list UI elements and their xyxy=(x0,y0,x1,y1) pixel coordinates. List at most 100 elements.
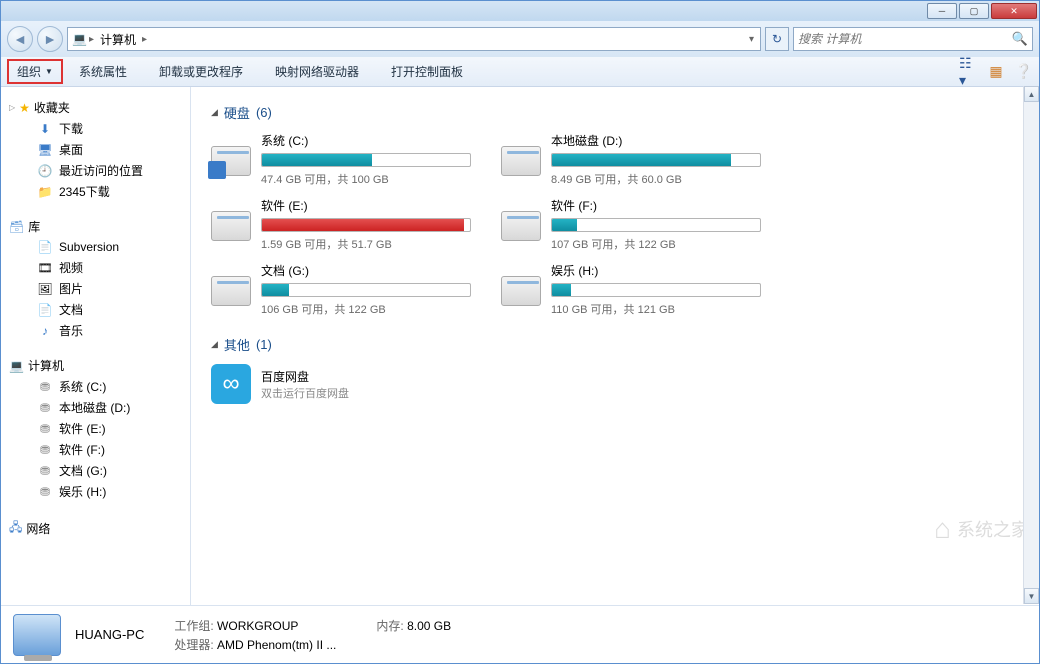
tree-drive-c[interactable]: ⛃系统 (C:) xyxy=(9,376,190,397)
section-other[interactable]: ◢ 其他 (1) xyxy=(211,335,1019,354)
drive-icon: ⛃ xyxy=(37,442,53,458)
drive-tile[interactable]: 系统 (C:)47.4 GB 可用，共 100 GB xyxy=(211,132,471,187)
drive-icon xyxy=(501,146,541,176)
scroll-down-button[interactable]: ▼ xyxy=(1024,588,1039,604)
usage-bar xyxy=(261,153,471,167)
expand-icon: ▷ xyxy=(9,103,15,112)
tree-computer[interactable]: 💻 计算机 xyxy=(9,355,190,376)
chevron-right-icon: ▸ xyxy=(140,34,149,45)
tree-drive-h[interactable]: ⛃娱乐 (H:) xyxy=(9,481,190,502)
doc-icon: 📄 xyxy=(37,302,53,318)
picture-icon: 🖼 xyxy=(37,281,53,297)
search-icon[interactable]: 🔍 xyxy=(1012,31,1028,47)
recent-icon: 🕘 xyxy=(37,163,53,179)
tree-item-downloads[interactable]: ⬇下载 xyxy=(9,118,190,139)
tree-drive-g[interactable]: ⛃文档 (G:) xyxy=(9,460,190,481)
address-bar[interactable]: 💻 ▸ 计算机 ▸ ▾ xyxy=(67,27,761,51)
tree-item-pictures[interactable]: 🖼图片 xyxy=(9,278,190,299)
tree-drive-d[interactable]: ⛃本地磁盘 (D:) xyxy=(9,397,190,418)
drive-stat: 107 GB 可用，共 122 GB xyxy=(551,236,761,252)
drive-name: 娱乐 (H:) xyxy=(551,262,761,279)
view-options-icon[interactable]: ☷ ▾ xyxy=(959,63,977,81)
memory-value: 8.00 GB xyxy=(407,619,451,633)
tree-item-desktop[interactable]: 🖥桌面 xyxy=(9,139,190,160)
drive-icon: ⛃ xyxy=(37,379,53,395)
preview-pane-icon[interactable]: ▦ xyxy=(987,63,1005,81)
nav-back-button[interactable]: ◄ xyxy=(7,26,33,52)
tree-item-videos[interactable]: 🎞视频 xyxy=(9,257,190,278)
usage-bar xyxy=(551,153,761,167)
drive-icon: ⛃ xyxy=(37,400,53,416)
usage-bar xyxy=(261,218,471,232)
maximize-button[interactable]: ▢ xyxy=(959,3,989,19)
scroll-thumb[interactable] xyxy=(1024,102,1039,620)
vertical-scrollbar[interactable]: ▲ ▼ xyxy=(1023,86,1039,604)
collapse-icon: ◢ xyxy=(211,107,218,118)
tree-item-subversion[interactable]: 📄Subversion xyxy=(9,237,190,257)
section-drives[interactable]: ◢ 硬盘 (6) xyxy=(211,103,1019,122)
search-input[interactable] xyxy=(798,32,1012,46)
cpu-value: AMD Phenom(tm) II ... xyxy=(217,638,336,652)
scroll-up-button[interactable]: ▲ xyxy=(1024,86,1039,102)
drive-icon: ⛃ xyxy=(37,484,53,500)
drive-tile[interactable]: 软件 (E:)1.59 GB 可用，共 51.7 GB xyxy=(211,197,471,252)
cpu-label: 处理器: xyxy=(174,638,213,652)
other-item-baidu[interactable]: ∞ 百度网盘 双击运行百度网盘 xyxy=(211,364,1019,404)
nav-forward-button[interactable]: ► xyxy=(37,26,63,52)
minimize-button[interactable]: ─ xyxy=(927,3,957,19)
titlebar: ─ ▢ ✕ xyxy=(1,1,1039,21)
workgroup-label: 工作组: xyxy=(174,619,213,633)
drive-tile[interactable]: 本地磁盘 (D:)8.49 GB 可用，共 60.0 GB xyxy=(501,132,761,187)
drive-tile[interactable]: 文档 (G:)106 GB 可用，共 122 GB xyxy=(211,262,471,317)
favorites-label: 收藏夹 xyxy=(34,99,70,116)
drive-stat: 8.49 GB 可用，共 60.0 GB xyxy=(551,171,761,187)
computer-label: 计算机 xyxy=(28,357,64,374)
refresh-button[interactable]: ↻ xyxy=(765,27,789,51)
tree-network[interactable]: 🖧 网络 xyxy=(9,516,190,541)
tree-item-2345[interactable]: 📁2345下载 xyxy=(9,181,190,202)
tree-drive-e[interactable]: ⛃软件 (E:) xyxy=(9,418,190,439)
drive-stat: 1.59 GB 可用，共 51.7 GB xyxy=(261,236,471,252)
toolbar-uninstall[interactable]: 卸载或更改程序 xyxy=(143,63,259,80)
address-bar-row: ◄ ► 💻 ▸ 计算机 ▸ ▾ ↻ 🔍 xyxy=(1,21,1039,57)
download-icon: ⬇ xyxy=(37,121,53,137)
toolbar-system-properties[interactable]: 系统属性 xyxy=(63,63,143,80)
video-icon: 🎞 xyxy=(37,260,53,276)
usage-bar xyxy=(261,283,471,297)
toolbar-control-panel[interactable]: 打开控制面板 xyxy=(375,63,479,80)
tree-item-documents[interactable]: 📄文档 xyxy=(9,299,190,320)
desktop-icon: 🖥 xyxy=(37,142,53,158)
usage-bar xyxy=(551,218,761,232)
drive-icon: ⛃ xyxy=(37,463,53,479)
toolbar-map-drive[interactable]: 映射网络驱动器 xyxy=(259,63,375,80)
content-pane: ◢ 硬盘 (6) 系统 (C:)47.4 GB 可用，共 100 GB 本地磁盘 … xyxy=(191,87,1039,605)
organize-button[interactable]: 组织 ▼ xyxy=(7,59,63,84)
tree-libraries[interactable]: 🗃 库 xyxy=(9,216,190,237)
house-icon: ⌂ xyxy=(934,513,951,545)
help-icon[interactable]: ❔ xyxy=(1015,63,1033,81)
tree-item-music[interactable]: ♪音乐 xyxy=(9,320,190,341)
tree-item-recent[interactable]: 🕘最近访问的位置 xyxy=(9,160,190,181)
computer-large-icon xyxy=(13,614,61,656)
folder-icon: 📁 xyxy=(37,184,53,200)
close-button[interactable]: ✕ xyxy=(991,3,1037,19)
drive-stat: 47.4 GB 可用，共 100 GB xyxy=(261,171,471,187)
tree-favorites[interactable]: ▷ ★ 收藏夹 xyxy=(9,97,190,118)
drive-tile[interactable]: 软件 (F:) 107 GB 可用，共 122 GB xyxy=(501,197,761,252)
drive-stat: 110 GB 可用，共 121 GB xyxy=(551,301,761,317)
drive-icon xyxy=(501,211,541,241)
libraries-label: 库 xyxy=(28,218,40,235)
network-label: 网络 xyxy=(26,520,50,537)
toolbar: 组织 ▼ 系统属性 卸载或更改程序 映射网络驱动器 打开控制面板 ☷ ▾ ▦ ❔ xyxy=(1,57,1039,87)
search-box[interactable]: 🔍 xyxy=(793,27,1033,51)
drive-tile[interactable]: 娱乐 (H:) 110 GB 可用，共 121 GB xyxy=(501,262,761,317)
organize-label: 组织 xyxy=(17,63,41,80)
drive-name: 软件 (F:) xyxy=(551,197,761,214)
breadcrumb-computer[interactable]: 计算机 xyxy=(96,31,140,48)
history-dropdown-icon[interactable]: ▾ xyxy=(747,34,756,45)
tree-drive-f[interactable]: ⛃软件 (F:) xyxy=(9,439,190,460)
workgroup-value: WORKGROUP xyxy=(217,619,298,633)
drive-icon: ⛃ xyxy=(37,421,53,437)
drive-icon xyxy=(211,146,251,176)
details-pane: HUANG-PC 工作组: WORKGROUP 内存: 8.00 GB 处理器:… xyxy=(1,605,1039,663)
